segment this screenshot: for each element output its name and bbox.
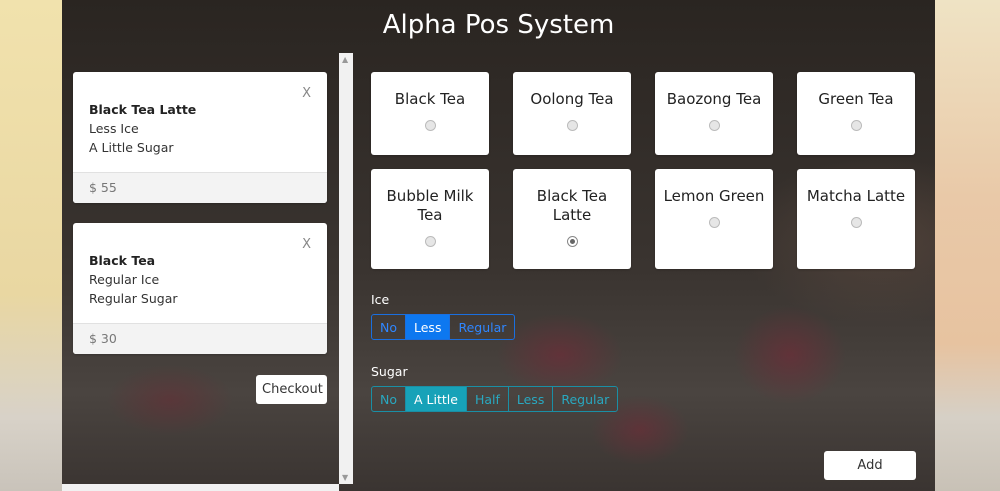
order-item-sugar: A Little Sugar: [89, 140, 174, 155]
ice-option-regular[interactable]: Regular: [449, 314, 516, 340]
product-card-black-tea[interactable]: Black Tea: [371, 72, 489, 155]
order-card: X Black Tea Latte Less Ice A Little Suga…: [73, 72, 327, 203]
order-item-name: Black Tea: [89, 253, 156, 268]
product-radio[interactable]: [708, 120, 720, 131]
product-radio[interactable]: [566, 120, 578, 131]
product-name: Matcha Latte: [806, 187, 906, 205]
order-card-body: X Black Tea Latte Less Ice A Little Suga…: [73, 72, 327, 172]
product-name: Bubble Milk Tea: [386, 187, 474, 224]
ice-options: No Less Regular: [371, 314, 516, 340]
background-right-edge: [935, 0, 1000, 491]
sugar-options: No A Little Half Less Regular: [371, 386, 619, 412]
order-item-ice: Regular Ice: [89, 272, 160, 287]
product-name: Black Tea: [394, 90, 466, 108]
product-radio[interactable]: [708, 217, 720, 228]
checkout-button[interactable]: Checkout: [256, 375, 327, 404]
sugar-option-a-little[interactable]: A Little: [405, 386, 467, 412]
product-radio[interactable]: [850, 217, 862, 228]
order-card-body: X Black Tea Regular Ice Regular Sugar: [73, 223, 327, 323]
order-item-price: $ 30: [73, 323, 327, 354]
ice-option-less[interactable]: Less: [405, 314, 451, 340]
order-card: X Black Tea Regular Ice Regular Sugar $ …: [73, 223, 327, 354]
page-title: Alpha Pos System: [382, 10, 615, 40]
sugar-option-regular[interactable]: Regular: [552, 386, 619, 412]
product-name: Green Tea: [818, 90, 894, 108]
product-radio-selected[interactable]: [566, 236, 578, 247]
sugar-option-half[interactable]: Half: [465, 386, 509, 412]
sugar-option-no[interactable]: No: [371, 386, 406, 412]
sugar-label: Sugar: [371, 364, 408, 379]
product-card-bubble-milk-tea[interactable]: Bubble Milk Tea: [371, 169, 489, 269]
product-name: Lemon Green: [663, 187, 765, 205]
order-list-scrollbar[interactable]: ▲ ▼: [339, 53, 353, 484]
order-list-horizontal-scrollbar[interactable]: [62, 484, 339, 491]
product-card-green-tea[interactable]: Green Tea: [797, 72, 915, 155]
product-card-black-tea-latte[interactable]: Black Tea Latte: [513, 169, 631, 269]
remove-order-button[interactable]: X: [302, 86, 311, 101]
product-name: Oolong Tea: [530, 90, 614, 108]
order-item-name: Black Tea Latte: [89, 102, 197, 117]
remove-order-button[interactable]: X: [302, 237, 311, 252]
ice-label: Ice: [371, 292, 390, 307]
order-item-ice: Less Ice: [89, 121, 139, 136]
background-left-edge: [0, 0, 62, 491]
product-name: Baozong Tea: [666, 90, 762, 108]
product-radio[interactable]: [424, 120, 436, 131]
ice-option-no[interactable]: No: [371, 314, 406, 340]
order-item-price: $ 55: [73, 172, 327, 203]
scroll-down-icon[interactable]: ▼: [342, 473, 348, 482]
product-card-matcha-latte[interactable]: Matcha Latte: [797, 169, 915, 269]
scroll-up-icon[interactable]: ▲: [342, 55, 348, 64]
product-card-lemon-green[interactable]: Lemon Green: [655, 169, 773, 269]
sugar-option-less[interactable]: Less: [507, 386, 554, 412]
product-radio[interactable]: [850, 120, 862, 131]
product-radio[interactable]: [424, 236, 436, 247]
product-card-baozong-tea[interactable]: Baozong Tea: [655, 72, 773, 155]
add-button[interactable]: Add: [824, 451, 916, 480]
product-card-oolong-tea[interactable]: Oolong Tea: [513, 72, 631, 155]
product-name: Black Tea Latte: [536, 187, 608, 224]
order-item-sugar: Regular Sugar: [89, 291, 178, 306]
